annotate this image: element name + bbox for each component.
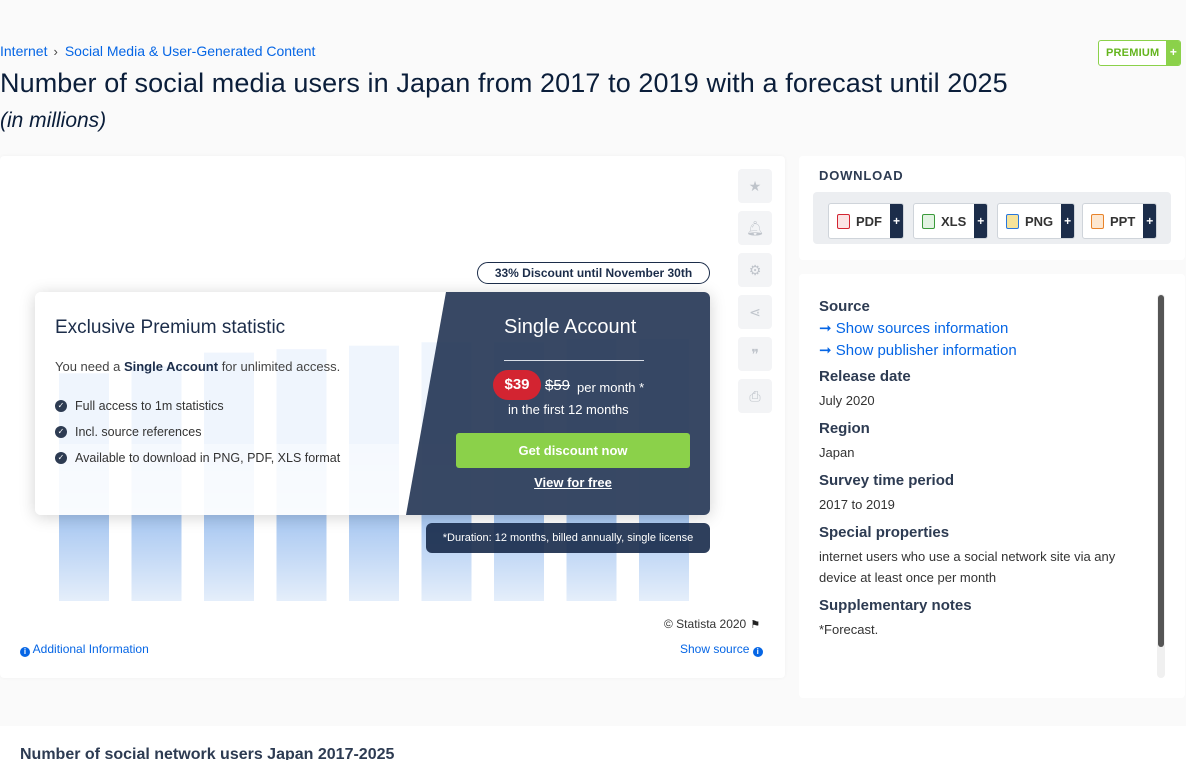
png-file-icon xyxy=(1006,213,1019,229)
show-source-link[interactable]: Show source i xyxy=(680,642,763,657)
feature-text: Full access to 1m statistics xyxy=(75,399,224,413)
pdf-label: PDF xyxy=(829,204,890,238)
price-badge: $39 xyxy=(493,370,541,400)
statistic-info-card: Source ➞ Show sources information ➞ Show… xyxy=(799,274,1185,698)
premium-plus-icon: + xyxy=(1166,41,1181,65)
bell-icon[interactable]: 🔔︎ xyxy=(738,211,772,245)
ppt-file-icon xyxy=(1091,213,1104,229)
breadcrumb-internet[interactable]: Internet xyxy=(0,43,47,59)
old-price: $59 xyxy=(545,377,571,394)
ppt-text: PPT xyxy=(1110,213,1136,229)
region-value: Japan xyxy=(819,445,855,460)
premium-paywall: Exclusive Premium statistic You need a S… xyxy=(35,292,710,515)
ppt-label: PPT xyxy=(1083,204,1143,238)
survey-period-label: Survey time period xyxy=(819,472,955,489)
need-bold: Single Account xyxy=(123,359,219,374)
release-date-value: July 2020 xyxy=(819,393,875,408)
supplementary-notes-value: *Forecast. xyxy=(819,622,879,637)
premium-label: PREMIUM xyxy=(1106,47,1160,59)
page-title: Number of social media users in Japan fr… xyxy=(0,68,1008,98)
gear-icon[interactable]: ⚙ xyxy=(738,253,772,287)
quote-icon[interactable]: ❞ xyxy=(738,337,772,371)
plus-icon: + xyxy=(890,204,903,238)
show-source-text: Show source xyxy=(680,642,750,656)
release-date-label: Release date xyxy=(819,368,911,385)
share-icon[interactable]: ⋖ xyxy=(738,295,772,329)
page-subtitle: (in millions) xyxy=(0,109,107,132)
copyright: © Statista 2020 ⚑ xyxy=(664,617,760,631)
additional-info-text: Additional Information xyxy=(32,642,149,656)
flag-icon[interactable]: ⚑ xyxy=(750,619,760,631)
supplementary-notes-label: Supplementary notes xyxy=(819,597,972,614)
check-icon: ✓ xyxy=(55,400,67,412)
account-title: Single Account xyxy=(504,316,637,338)
arrow-right-icon: ➞ xyxy=(819,320,832,337)
check-icon: ✓ xyxy=(55,452,67,464)
pdf-file-icon xyxy=(837,213,850,229)
list-item: ✓ Full access to 1m statistics xyxy=(55,399,340,413)
download-bar: PDF + XLS + PNG + PPT + xyxy=(813,192,1171,244)
need-prefix: You need a xyxy=(55,359,124,374)
paywall-feature-list: ✓ Full access to 1m statistics ✓ Incl. sou… xyxy=(55,399,340,477)
show-publisher-text: Show publisher information xyxy=(835,342,1017,359)
list-item: ✓ Incl. source references xyxy=(55,425,340,439)
duration-note: *Duration: 12 months, billed annually, s… xyxy=(426,523,710,553)
png-label: PNG xyxy=(998,204,1061,238)
download-title: DOWNLOAD xyxy=(819,168,904,183)
download-png-button[interactable]: PNG + xyxy=(997,203,1076,239)
breadcrumb-separator: › xyxy=(53,43,58,59)
info-content: Source ➞ Show sources information ➞ Show… xyxy=(819,298,1155,640)
print-icon[interactable]: ⎙ xyxy=(738,379,772,413)
show-sources-text: Show sources information xyxy=(835,320,1009,337)
show-publisher-link[interactable]: ➞ Show publisher information xyxy=(819,341,1155,359)
download-xls-button[interactable]: XLS + xyxy=(913,203,989,239)
feature-text: Available to download in PNG, PDF, XLS f… xyxy=(75,451,341,465)
info-icon: i xyxy=(752,647,763,657)
download-pdf-button[interactable]: PDF + xyxy=(828,203,904,239)
plus-icon: + xyxy=(1061,204,1075,238)
paywall-need-text: You need a Single Account for unlimited … xyxy=(55,359,340,374)
need-suffix: for unlimited access. xyxy=(218,359,341,374)
download-ppt-button[interactable]: PPT + xyxy=(1082,203,1158,239)
breadcrumb-social-media[interactable]: Social Media & User-Generated Content xyxy=(65,43,316,59)
breadcrumb: Internet › Social Media & User-Generated… xyxy=(0,43,315,59)
discount-pill: 33% Discount until November 30th xyxy=(477,262,710,284)
special-properties-value: internet users who use a social network … xyxy=(819,549,1116,585)
xls-label: XLS xyxy=(914,204,974,238)
xls-file-icon xyxy=(922,213,935,229)
per-month: per month * xyxy=(577,380,645,395)
first-months: in the first 12 months xyxy=(508,402,629,417)
survey-period-value: 2017 to 2019 xyxy=(819,497,895,512)
info-icon: i xyxy=(20,647,30,657)
region-label: Region xyxy=(819,420,870,437)
special-properties-label: Special properties xyxy=(819,524,950,541)
get-discount-button[interactable]: Get discount now xyxy=(456,433,690,468)
chart-card: ★ 🔔︎ ⚙ ⋖ ❞ ⎙ Exclusive Premium statistic… xyxy=(0,156,785,678)
arrow-right-icon: ➞ xyxy=(819,342,832,359)
premium-badge[interactable]: PREMIUM + xyxy=(1098,40,1182,66)
source-label: Source xyxy=(819,298,870,315)
check-icon: ✓ xyxy=(55,426,67,438)
paywall-title: Exclusive Premium statistic xyxy=(55,317,286,338)
scrollbar-thumb[interactable] xyxy=(1158,295,1164,647)
copyright-text: © Statista 2020 xyxy=(664,617,747,631)
plus-icon: + xyxy=(1143,204,1157,238)
download-card: DOWNLOAD PDF + XLS + PNG + PPT + xyxy=(799,156,1185,260)
related-statistic-title[interactable]: Number of social network users Japan 201… xyxy=(20,746,394,760)
pdf-text: PDF xyxy=(856,213,882,229)
star-icon[interactable]: ★ xyxy=(738,169,772,203)
xls-text: XLS xyxy=(941,213,967,229)
related-statistic-card: Number of social network users Japan 201… xyxy=(0,726,1186,760)
view-for-free-link[interactable]: View for free xyxy=(456,475,690,490)
show-sources-link[interactable]: ➞ Show sources information xyxy=(819,319,1155,337)
account-divider xyxy=(504,360,644,361)
plus-icon: + xyxy=(974,204,988,238)
additional-information-link[interactable]: i Additional Information xyxy=(20,642,149,657)
feature-text: Incl. source references xyxy=(75,425,202,439)
png-text: PNG xyxy=(1025,213,1054,229)
list-item: ✓ Available to download in PNG, PDF, XLS … xyxy=(55,451,340,465)
chart-toolbar: ★ 🔔︎ ⚙ ⋖ ❞ ⎙ xyxy=(738,169,772,421)
